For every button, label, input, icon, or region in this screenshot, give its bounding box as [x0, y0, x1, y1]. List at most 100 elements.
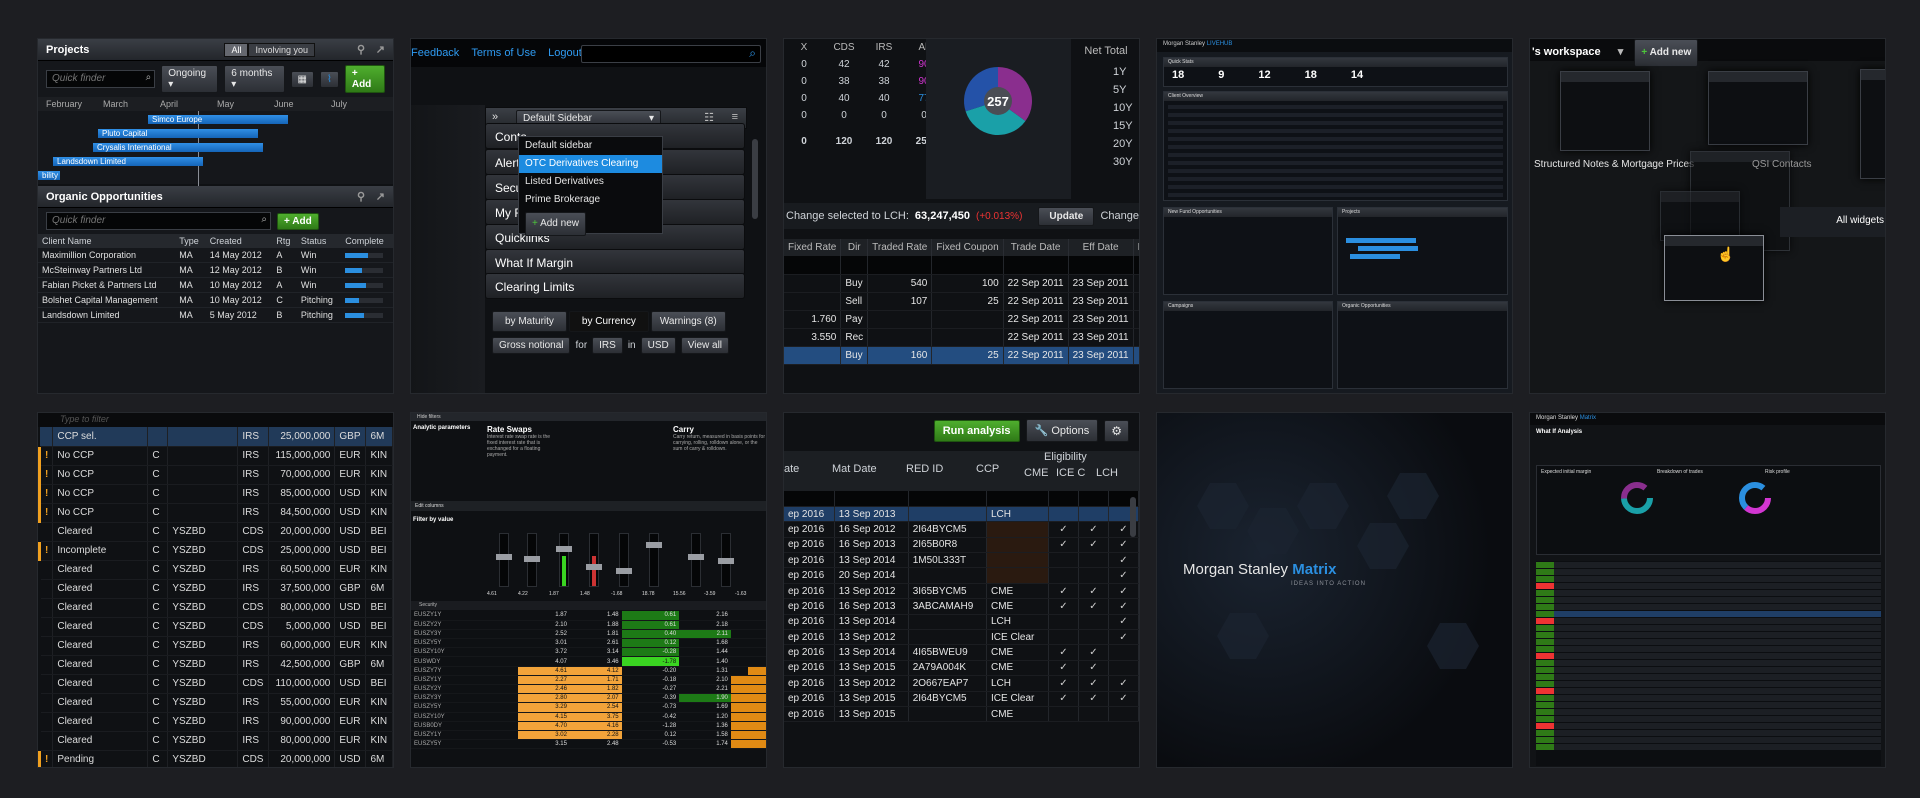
- product-select[interactable]: IRS: [592, 337, 623, 354]
- ccp-select[interactable]: LCH: [986, 506, 1049, 523]
- table-row[interactable]: ep 2016 13 Sep 2015 2A79A004K CME ✓ ✓: [784, 660, 1139, 677]
- table-row[interactable]: Cleared C YSZBD IRS 37,500,000 GBP 6M: [39, 579, 393, 599]
- ccp-select[interactable]: [986, 521, 1049, 538]
- pin-icon[interactable]: ⚲: [357, 190, 365, 203]
- table-row[interactable]: ep 2016 16 Sep 2012 2I64BYCM5 ✓ ✓ ✓: [784, 521, 1139, 538]
- table-row[interactable]: ep 2016 13 Sep 2014 1M50L333T ✓: [784, 552, 1139, 569]
- table-row[interactable]: EUSZY5Y 3.29 2.54 -0.73 1.69: [411, 702, 766, 713]
- table-row[interactable]: ep 2016 13 Sep 2012 ICE Clear ✓: [784, 629, 1139, 646]
- table-row[interactable]: [1536, 660, 1881, 666]
- type-to-filter-input[interactable]: Type to filter: [38, 413, 393, 427]
- table-row[interactable]: EUSZY10Y 4.15 3.75 -0.42 1.20: [411, 712, 766, 722]
- matrix-row[interactable]: 0000: [784, 107, 944, 124]
- range-slider[interactable]: [524, 533, 540, 587]
- table-row[interactable]: Fabian Picket & Partners Ltd MA 10 May 201…: [38, 277, 393, 293]
- sidebar-menu-item[interactable]: What If Margin: [485, 249, 745, 275]
- table-row[interactable]: ! Incomplete C YSZBD CDS 25,000,000 USD BEI: [38, 541, 393, 561]
- qsi-contacts-widget[interactable]: [1708, 71, 1808, 145]
- table-row[interactable]: Cleared C YSZBD IRS 60,500,000 EUR KIN: [39, 560, 393, 580]
- ccp-select[interactable]: ICE Clear: [986, 629, 1049, 646]
- filter-row[interactable]: [784, 256, 1139, 275]
- all-widgets-tray[interactable]: All widgets: [1780, 207, 1885, 237]
- table-row[interactable]: EUSZY10Y 3.72 3.14 -0.28 1.44: [411, 647, 766, 658]
- table-row[interactable]: Cleared C YSZBD CDS 110,000,000 USD BEI: [39, 674, 393, 694]
- table-row[interactable]: [1168, 161, 1503, 165]
- option-default-sidebar[interactable]: Default sidebar: [519, 137, 662, 155]
- table-row[interactable]: ! No CCP C IRS 70,000,000 EUR KIN: [38, 465, 393, 485]
- popout-icon[interactable]: ↗: [376, 43, 385, 56]
- column-header[interactable]: Rtg: [272, 234, 297, 248]
- table-row[interactable]: [1168, 177, 1503, 181]
- table-row[interactable]: [1536, 583, 1881, 589]
- table-row[interactable]: [1168, 121, 1503, 125]
- table-row[interactable]: McSteinway Partners Ltd MA 12 May 2012 B Win: [38, 262, 393, 278]
- table-row[interactable]: ! No CCP C IRS 85,000,000 USD KIN: [38, 484, 393, 504]
- table-row[interactable]: ep 2016 13 Sep 2014 LCH ✓: [784, 614, 1139, 631]
- table-row[interactable]: [1536, 737, 1881, 743]
- range-slider[interactable]: [616, 533, 632, 587]
- ccp-select[interactable]: LCH: [986, 675, 1049, 692]
- matrix-row[interactable]: 0 120 120 257: [784, 124, 944, 150]
- options-button[interactable]: 🔧 Options: [1025, 419, 1099, 442]
- table-row[interactable]: [1536, 597, 1881, 603]
- column-header[interactable]: Created: [205, 234, 273, 248]
- eligibility-scrollbar[interactable]: [1130, 497, 1136, 537]
- table-row[interactable]: 1.760Pay22 Sep 201123 Sep 201113 Sep: [784, 310, 1139, 329]
- table-row[interactable]: EUSZY3Y 2.52 1.81 0.40 2.11: [411, 629, 766, 640]
- opportunities-quick-finder[interactable]: Quick finder ⌕: [46, 212, 271, 230]
- column-header[interactable]: Mat Dat: [1133, 239, 1139, 256]
- table-row[interactable]: [1168, 193, 1503, 197]
- table-row[interactable]: [1536, 611, 1881, 617]
- table-row[interactable]: [1536, 681, 1881, 687]
- grid-view-icon[interactable]: ▦: [290, 70, 314, 88]
- qsi-contacts-widget-dragged[interactable]: ☝: [1664, 235, 1764, 301]
- hide-filters-button[interactable]: Hide filters: [411, 413, 766, 421]
- column-header[interactable]: Type: [175, 234, 206, 248]
- table-row[interactable]: ep 2016 13 Sep 2012 3I65BYCM5 CME ✓ ✓ ✓: [784, 583, 1139, 600]
- table-row[interactable]: Cleared C YSZBD IRS 80,000,000 EUR KIN: [39, 731, 393, 751]
- ccp-select[interactable]: CME: [986, 644, 1049, 661]
- ccp-select[interactable]: [986, 537, 1049, 554]
- column-header[interactable]: Trade Date: [1003, 239, 1069, 256]
- add-opportunity-button[interactable]: + Add: [277, 212, 319, 230]
- ccp-select[interactable]: CME: [986, 660, 1049, 677]
- ccp-select[interactable]: CME: [986, 706, 1049, 723]
- projects-quick-finder[interactable]: Quick finder ⌕: [46, 70, 156, 88]
- table-row[interactable]: Cleared C YSZBD IRS 90,000,000 EUR KIN: [39, 712, 393, 732]
- gantt-bar[interactable]: bility: [38, 171, 60, 180]
- gross-notional-select[interactable]: Gross notional: [492, 337, 571, 354]
- currency-select[interactable]: USD: [640, 337, 676, 354]
- matrix-row[interactable]: 0 40 40 77: [784, 90, 944, 107]
- terms-link[interactable]: Terms of Use: [471, 47, 536, 59]
- pin-icon[interactable]: ⚲: [357, 43, 365, 56]
- table-row[interactable]: [1168, 153, 1503, 157]
- table-row[interactable]: Cleared C YSZBD CDS 20,000,000 USD BEI: [39, 522, 393, 542]
- table-row[interactable]: [1536, 625, 1881, 631]
- table-row[interactable]: ep 2016 13 Sep 2013 LCH: [784, 506, 1139, 523]
- popout-icon[interactable]: ↗: [376, 190, 385, 203]
- menu-icon[interactable]: ≡: [732, 111, 738, 123]
- table-row[interactable]: [1536, 590, 1881, 596]
- column-header[interactable]: Eff Date: [1068, 239, 1134, 256]
- table-row[interactable]: EUSZY5Y 3.15 2.48 -0.53 1.74: [411, 739, 766, 750]
- table-row[interactable]: [1536, 674, 1881, 680]
- sidebar-scrollbar[interactable]: [752, 139, 758, 219]
- table-row[interactable]: [1536, 604, 1881, 610]
- table-row[interactable]: Cleared C YSZBD IRS 42,500,000 GBP 6M: [39, 655, 393, 675]
- option-prime-brokerage[interactable]: Prime Brokerage: [519, 191, 662, 209]
- exposure-pie[interactable]: 257: [926, 39, 1071, 199]
- table-row[interactable]: [1536, 667, 1881, 673]
- range-slider[interactable]: [688, 533, 704, 587]
- add-new-sidebar-button[interactable]: + Add new: [525, 212, 586, 236]
- table-row[interactable]: Cleared C YSZBD CDS 5,000,000 USD BEI: [39, 617, 393, 637]
- table-row[interactable]: Bolshet Capital Management MA 10 May 2012 C…: [38, 292, 393, 308]
- column-header[interactable]: Status: [296, 234, 342, 248]
- table-row[interactable]: [1536, 702, 1881, 708]
- table-row[interactable]: ! No CCP C IRS 84,500,000 USD KIN: [38, 503, 393, 523]
- gantt-bar[interactable]: Simco Europe: [148, 115, 288, 124]
- table-row[interactable]: Buy1602522 Sep 201123 Sep 201113 Sep: [784, 346, 1139, 365]
- matrix-row[interactable]: 0 38 38 90: [784, 73, 944, 90]
- table-row[interactable]: [1536, 716, 1881, 722]
- range-slider[interactable]: [646, 533, 662, 587]
- table-row[interactable]: Maximillion Corporation MA 14 May 2012 A Win: [38, 248, 393, 263]
